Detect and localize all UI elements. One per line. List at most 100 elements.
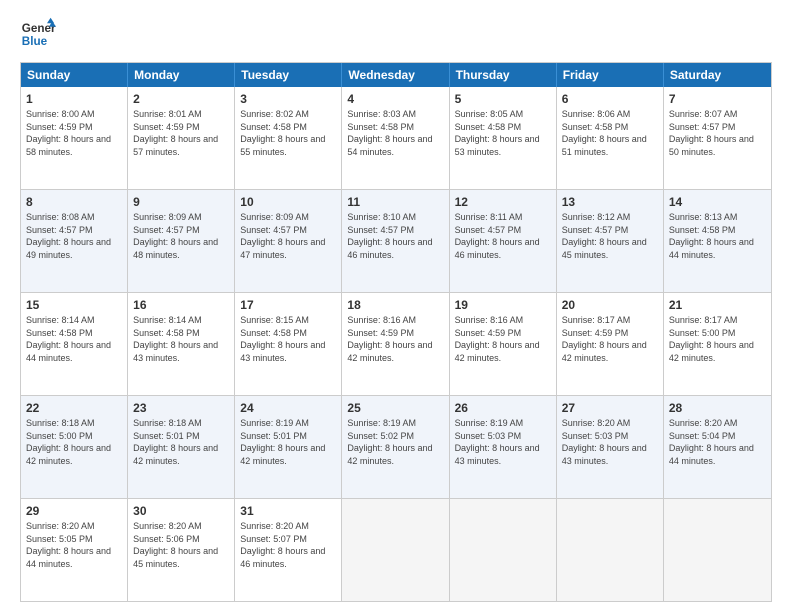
svg-text:Blue: Blue <box>22 35 48 48</box>
day-number: 17 <box>240 297 336 313</box>
calendar-cell: 4Sunrise: 8:03 AMSunset: 4:58 PMDaylight… <box>342 87 449 189</box>
day-number: 10 <box>240 194 336 210</box>
sun-info: Sunrise: 8:20 AMSunset: 5:05 PMDaylight:… <box>26 520 122 570</box>
sun-info: Sunrise: 8:19 AMSunset: 5:03 PMDaylight:… <box>455 417 551 467</box>
calendar-cell: 14Sunrise: 8:13 AMSunset: 4:58 PMDayligh… <box>664 190 771 292</box>
calendar-cell: 15Sunrise: 8:14 AMSunset: 4:58 PMDayligh… <box>21 293 128 395</box>
calendar-cell <box>664 499 771 601</box>
calendar-cell: 27Sunrise: 8:20 AMSunset: 5:03 PMDayligh… <box>557 396 664 498</box>
day-number: 15 <box>26 297 122 313</box>
sun-info: Sunrise: 8:11 AMSunset: 4:57 PMDaylight:… <box>455 211 551 261</box>
day-number: 2 <box>133 91 229 107</box>
day-number: 16 <box>133 297 229 313</box>
sun-info: Sunrise: 8:16 AMSunset: 4:59 PMDaylight:… <box>455 314 551 364</box>
calendar-cell: 21Sunrise: 8:17 AMSunset: 5:00 PMDayligh… <box>664 293 771 395</box>
page-header: General Blue <box>20 16 772 52</box>
day-number: 24 <box>240 400 336 416</box>
sun-info: Sunrise: 8:14 AMSunset: 4:58 PMDaylight:… <box>133 314 229 364</box>
sun-info: Sunrise: 8:18 AMSunset: 5:00 PMDaylight:… <box>26 417 122 467</box>
sun-info: Sunrise: 8:06 AMSunset: 4:58 PMDaylight:… <box>562 108 658 158</box>
sun-info: Sunrise: 8:20 AMSunset: 5:07 PMDaylight:… <box>240 520 336 570</box>
calendar-row: 22Sunrise: 8:18 AMSunset: 5:00 PMDayligh… <box>21 395 771 498</box>
day-number: 3 <box>240 91 336 107</box>
day-number: 4 <box>347 91 443 107</box>
weekday-header: Friday <box>557 63 664 87</box>
calendar-row: 29Sunrise: 8:20 AMSunset: 5:05 PMDayligh… <box>21 498 771 601</box>
calendar-cell: 11Sunrise: 8:10 AMSunset: 4:57 PMDayligh… <box>342 190 449 292</box>
calendar-cell: 8Sunrise: 8:08 AMSunset: 4:57 PMDaylight… <box>21 190 128 292</box>
calendar-cell: 23Sunrise: 8:18 AMSunset: 5:01 PMDayligh… <box>128 396 235 498</box>
calendar-cell: 19Sunrise: 8:16 AMSunset: 4:59 PMDayligh… <box>450 293 557 395</box>
day-number: 19 <box>455 297 551 313</box>
weekday-header: Tuesday <box>235 63 342 87</box>
day-number: 21 <box>669 297 766 313</box>
logo: General Blue <box>20 16 56 52</box>
calendar-cell: 2Sunrise: 8:01 AMSunset: 4:59 PMDaylight… <box>128 87 235 189</box>
sun-info: Sunrise: 8:10 AMSunset: 4:57 PMDaylight:… <box>347 211 443 261</box>
sun-info: Sunrise: 8:14 AMSunset: 4:58 PMDaylight:… <box>26 314 122 364</box>
day-number: 9 <box>133 194 229 210</box>
weekday-header: Sunday <box>21 63 128 87</box>
logo-icon: General Blue <box>20 16 56 52</box>
weekday-header: Thursday <box>450 63 557 87</box>
calendar: SundayMondayTuesdayWednesdayThursdayFrid… <box>20 62 772 602</box>
weekday-header: Monday <box>128 63 235 87</box>
sun-info: Sunrise: 8:18 AMSunset: 5:01 PMDaylight:… <box>133 417 229 467</box>
day-number: 30 <box>133 503 229 519</box>
day-number: 25 <box>347 400 443 416</box>
weekday-header: Saturday <box>664 63 771 87</box>
calendar-cell: 3Sunrise: 8:02 AMSunset: 4:58 PMDaylight… <box>235 87 342 189</box>
sun-info: Sunrise: 8:05 AMSunset: 4:58 PMDaylight:… <box>455 108 551 158</box>
sun-info: Sunrise: 8:09 AMSunset: 4:57 PMDaylight:… <box>133 211 229 261</box>
day-number: 6 <box>562 91 658 107</box>
day-number: 18 <box>347 297 443 313</box>
day-number: 23 <box>133 400 229 416</box>
calendar-cell: 13Sunrise: 8:12 AMSunset: 4:57 PMDayligh… <box>557 190 664 292</box>
day-number: 11 <box>347 194 443 210</box>
calendar-cell: 12Sunrise: 8:11 AMSunset: 4:57 PMDayligh… <box>450 190 557 292</box>
sun-info: Sunrise: 8:19 AMSunset: 5:02 PMDaylight:… <box>347 417 443 467</box>
calendar-row: 15Sunrise: 8:14 AMSunset: 4:58 PMDayligh… <box>21 292 771 395</box>
calendar-cell <box>342 499 449 601</box>
calendar-cell: 26Sunrise: 8:19 AMSunset: 5:03 PMDayligh… <box>450 396 557 498</box>
sun-info: Sunrise: 8:17 AMSunset: 4:59 PMDaylight:… <box>562 314 658 364</box>
calendar-cell: 9Sunrise: 8:09 AMSunset: 4:57 PMDaylight… <box>128 190 235 292</box>
sun-info: Sunrise: 8:16 AMSunset: 4:59 PMDaylight:… <box>347 314 443 364</box>
calendar-cell: 18Sunrise: 8:16 AMSunset: 4:59 PMDayligh… <box>342 293 449 395</box>
day-number: 31 <box>240 503 336 519</box>
calendar-cell <box>557 499 664 601</box>
calendar-row: 8Sunrise: 8:08 AMSunset: 4:57 PMDaylight… <box>21 189 771 292</box>
sun-info: Sunrise: 8:02 AMSunset: 4:58 PMDaylight:… <box>240 108 336 158</box>
weekday-header: Wednesday <box>342 63 449 87</box>
calendar-cell: 31Sunrise: 8:20 AMSunset: 5:07 PMDayligh… <box>235 499 342 601</box>
sun-info: Sunrise: 8:13 AMSunset: 4:58 PMDaylight:… <box>669 211 766 261</box>
day-number: 13 <box>562 194 658 210</box>
calendar-row: 1Sunrise: 8:00 AMSunset: 4:59 PMDaylight… <box>21 87 771 189</box>
sun-info: Sunrise: 8:12 AMSunset: 4:57 PMDaylight:… <box>562 211 658 261</box>
sun-info: Sunrise: 8:20 AMSunset: 5:04 PMDaylight:… <box>669 417 766 467</box>
calendar-cell: 30Sunrise: 8:20 AMSunset: 5:06 PMDayligh… <box>128 499 235 601</box>
day-number: 5 <box>455 91 551 107</box>
calendar-cell <box>450 499 557 601</box>
day-number: 1 <box>26 91 122 107</box>
calendar-cell: 10Sunrise: 8:09 AMSunset: 4:57 PMDayligh… <box>235 190 342 292</box>
sun-info: Sunrise: 8:19 AMSunset: 5:01 PMDaylight:… <box>240 417 336 467</box>
calendar-cell: 5Sunrise: 8:05 AMSunset: 4:58 PMDaylight… <box>450 87 557 189</box>
sun-info: Sunrise: 8:00 AMSunset: 4:59 PMDaylight:… <box>26 108 122 158</box>
calendar-header: SundayMondayTuesdayWednesdayThursdayFrid… <box>21 63 771 87</box>
calendar-cell: 17Sunrise: 8:15 AMSunset: 4:58 PMDayligh… <box>235 293 342 395</box>
calendar-cell: 6Sunrise: 8:06 AMSunset: 4:58 PMDaylight… <box>557 87 664 189</box>
day-number: 28 <box>669 400 766 416</box>
day-number: 27 <box>562 400 658 416</box>
day-number: 29 <box>26 503 122 519</box>
day-number: 22 <box>26 400 122 416</box>
sun-info: Sunrise: 8:17 AMSunset: 5:00 PMDaylight:… <box>669 314 766 364</box>
sun-info: Sunrise: 8:15 AMSunset: 4:58 PMDaylight:… <box>240 314 336 364</box>
calendar-cell: 20Sunrise: 8:17 AMSunset: 4:59 PMDayligh… <box>557 293 664 395</box>
sun-info: Sunrise: 8:03 AMSunset: 4:58 PMDaylight:… <box>347 108 443 158</box>
calendar-body: 1Sunrise: 8:00 AMSunset: 4:59 PMDaylight… <box>21 87 771 601</box>
day-number: 8 <box>26 194 122 210</box>
day-number: 12 <box>455 194 551 210</box>
day-number: 20 <box>562 297 658 313</box>
sun-info: Sunrise: 8:01 AMSunset: 4:59 PMDaylight:… <box>133 108 229 158</box>
